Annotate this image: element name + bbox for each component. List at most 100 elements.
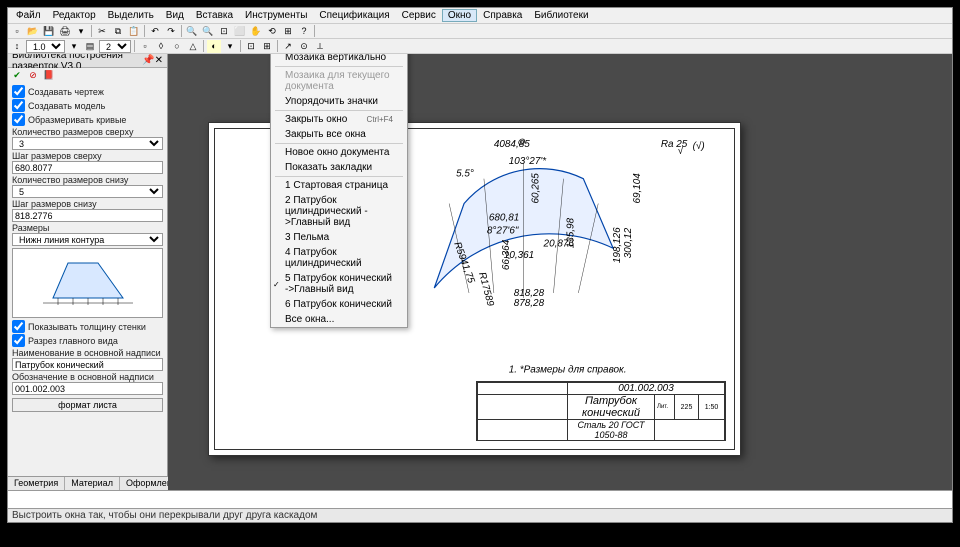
menu-item[interactable]: Показать закладки xyxy=(271,160,407,175)
menubar: Файл Редактор Выделить Вид Вставка Инстр… xyxy=(8,8,952,24)
lbl-count-bot: Количество размеров снизу xyxy=(12,175,163,185)
menu-item[interactable]: Закрыть окноCtrl+F4 xyxy=(271,112,407,127)
sel-count-bot[interactable]: 5 xyxy=(12,185,163,198)
toolbar-secondary: ↕ 1.0 ▾ ▤ 2 ▫ ◊ ○ △ ◐ ▾ ⊡ ⊞ ↗ ⊙ ⟂ xyxy=(8,39,952,54)
menu-service[interactable]: Сервис xyxy=(396,9,442,22)
save-icon[interactable]: 💾 xyxy=(42,25,56,38)
zoom1-icon[interactable]: 🔍 xyxy=(185,25,199,38)
svg-text:135,98: 135,98 xyxy=(565,217,576,248)
menu-spec[interactable]: Спецификация xyxy=(313,9,395,22)
cut-icon[interactable]: ✂ xyxy=(95,25,109,38)
menu-item[interactable]: 1 Стартовая страница xyxy=(271,178,407,193)
menu-file[interactable]: Файл xyxy=(10,9,47,22)
help-icon[interactable]: ? xyxy=(297,25,311,38)
menu-window[interactable]: Окно xyxy=(442,9,477,22)
menu-item[interactable]: 3 Пельма xyxy=(271,230,407,245)
chk-drawing[interactable] xyxy=(12,85,25,98)
copy-icon[interactable]: ⧉ xyxy=(111,25,125,38)
tb-g-icon[interactable]: ⊡ xyxy=(244,40,258,53)
lbl-dims: Размеры xyxy=(12,223,163,233)
pin-icon[interactable]: 📌 xyxy=(142,55,154,66)
tb-e-icon[interactable]: ◐ xyxy=(207,40,221,53)
rotate-icon[interactable]: ⟲ xyxy=(265,25,279,38)
zoom3-icon[interactable]: ⊡ xyxy=(217,25,231,38)
page-combo[interactable]: 2 xyxy=(99,40,131,53)
down-icon[interactable]: ▾ xyxy=(67,40,81,53)
unfold-view: 5.5° 103°27'* 680,81 60,265 4084,85 R594… xyxy=(434,139,643,309)
side-panel: Библиотека построения разверток V3.0 📌 ✕… xyxy=(8,54,168,490)
inp-step-bot[interactable] xyxy=(12,209,163,222)
svg-text:300,12: 300,12 xyxy=(623,227,634,258)
tb-d-icon[interactable]: △ xyxy=(186,40,200,53)
book-icon[interactable]: 📕 xyxy=(42,69,56,82)
menu-item[interactable]: 2 Патрубок цилиндрический ->Главный вид xyxy=(271,193,407,230)
svg-text:8°27'6": 8°27'6" xyxy=(487,225,519,236)
tb-b-icon[interactable]: ◊ xyxy=(154,40,168,53)
chk-curves[interactable] xyxy=(12,113,25,126)
lbl-count-top: Количество размеров сверху xyxy=(12,127,163,137)
svg-text:103°27'*: 103°27'* xyxy=(509,156,547,167)
svg-text:5.5°: 5.5° xyxy=(456,169,474,180)
lbl-step-top: Шаг размеров сверху xyxy=(12,151,163,161)
zoom2-icon[interactable]: 🔍 xyxy=(201,25,215,38)
confirm-icon[interactable]: ✔ xyxy=(10,69,24,82)
stop-icon[interactable]: ⊘ xyxy=(26,69,40,82)
paste-icon[interactable]: 📋 xyxy=(127,25,141,38)
new-icon[interactable]: ▫ xyxy=(10,25,24,38)
tb-j-icon[interactable]: ⊙ xyxy=(297,40,311,53)
command-bar[interactable] xyxy=(8,490,952,508)
arrow-icon[interactable]: ↕ xyxy=(10,40,24,53)
canvas-area[interactable]: √ Ra 25 (√) ⊙ xyxy=(168,54,952,490)
print-icon[interactable]: 🖨 xyxy=(58,25,72,38)
menu-tools[interactable]: Инструменты xyxy=(239,9,313,22)
menu-editor[interactable]: Редактор xyxy=(47,9,102,22)
chk-model[interactable] xyxy=(12,99,25,112)
sel-count-top[interactable]: 3 xyxy=(12,137,163,150)
menu-item[interactable]: 6 Патрубок конический xyxy=(271,297,407,312)
menu-item: Мозаика для текущего документа xyxy=(271,68,407,94)
svg-text:R17589: R17589 xyxy=(476,271,496,308)
menu-view[interactable]: Вид xyxy=(160,9,190,22)
menu-item[interactable]: Новое окно документа xyxy=(271,145,407,160)
tb-c-icon[interactable]: ○ xyxy=(170,40,184,53)
tb-i-icon[interactable]: ↗ xyxy=(281,40,295,53)
menu-item[interactable]: Все окна... xyxy=(271,312,407,327)
lbl-desig: Обозначение в основной надписи xyxy=(12,372,163,382)
svg-text:4084,85: 4084,85 xyxy=(494,139,530,150)
chk-thick[interactable] xyxy=(12,320,25,333)
format-button[interactable]: формат листа xyxy=(12,398,163,412)
lbl-name: Наименование в основной надписи xyxy=(12,348,163,358)
scale-combo[interactable]: 1.0 xyxy=(26,40,65,53)
menu-item[interactable]: 4 Патрубок цилиндрический xyxy=(271,245,407,271)
menu-item[interactable]: Закрыть все окна xyxy=(271,127,407,142)
preview-icon[interactable]: ▾ xyxy=(74,25,88,38)
inp-name[interactable] xyxy=(12,358,163,371)
fit-icon[interactable]: ⊞ xyxy=(281,25,295,38)
tb-f-icon[interactable]: ▾ xyxy=(223,40,237,53)
chk-section[interactable] xyxy=(12,334,25,347)
sel-dims[interactable]: Нижн линия контура xyxy=(12,233,163,246)
menu-insert[interactable]: Вставка xyxy=(190,9,239,22)
panel-toolbar: ✔ ⊘ 📕 xyxy=(8,68,167,82)
menu-lib[interactable]: Библиотеки xyxy=(528,9,594,22)
menu-item[interactable]: ✓5 Патрубок конический ->Главный вид xyxy=(271,271,407,297)
tab-geometry[interactable]: Геометрия xyxy=(8,477,65,490)
undo-icon[interactable]: ↶ xyxy=(148,25,162,38)
close-icon[interactable]: ✕ xyxy=(155,55,163,66)
ra-label: Ra 25 xyxy=(661,139,688,150)
inp-step-top[interactable] xyxy=(12,161,163,174)
tb-k-icon[interactable]: ⟂ xyxy=(313,40,327,53)
pan-icon[interactable]: ✋ xyxy=(249,25,263,38)
inp-desig[interactable] xyxy=(12,382,163,395)
redo-icon[interactable]: ↷ xyxy=(164,25,178,38)
menu-help[interactable]: Справка xyxy=(477,9,528,22)
tb-a-icon[interactable]: ▫ xyxy=(138,40,152,53)
tb-h-icon[interactable]: ⊞ xyxy=(260,40,274,53)
zoom4-icon[interactable]: ⬜ xyxy=(233,25,247,38)
tab-material[interactable]: Материал xyxy=(65,477,120,490)
layers-icon[interactable]: ▤ xyxy=(83,40,97,53)
menu-item[interactable]: Мозаика вертикально xyxy=(271,54,407,65)
menu-select[interactable]: Выделить xyxy=(102,9,160,22)
open-icon[interactable]: 📂 xyxy=(26,25,40,38)
menu-item[interactable]: Упорядочить значки xyxy=(271,94,407,109)
